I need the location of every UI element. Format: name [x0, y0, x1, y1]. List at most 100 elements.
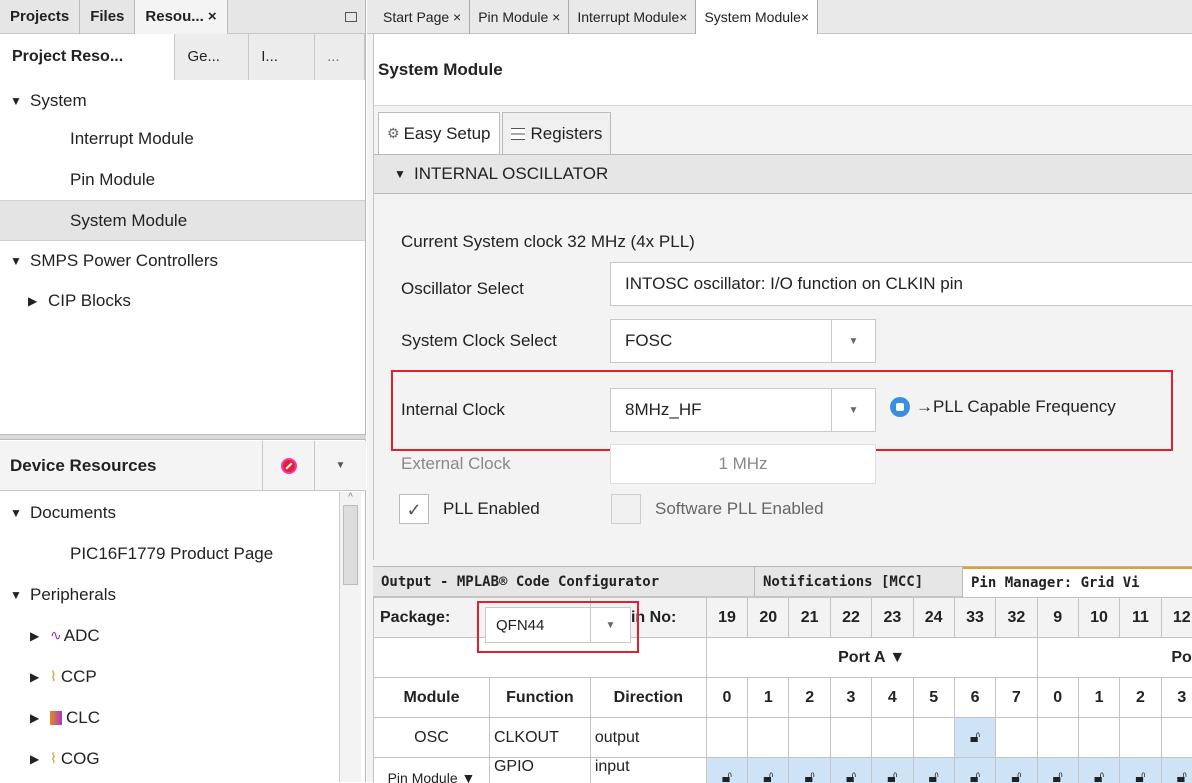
pin-cell[interactable] — [996, 718, 1037, 758]
tab-files[interactable]: Files — [80, 0, 135, 34]
pin-cell[interactable] — [1037, 718, 1078, 758]
pin-number: 22 — [830, 598, 871, 638]
pin-number: 11 — [1120, 598, 1161, 638]
pin-number: 9 — [1037, 598, 1078, 638]
tab-easy-setup[interactable]: ⚙Easy Setup — [378, 112, 500, 154]
tab-pin-module[interactable]: Pin Module × — [470, 0, 569, 34]
tab-interrupt-module[interactable]: Interrupt Module× — [569, 0, 696, 34]
pin-cell[interactable] — [706, 718, 747, 758]
port-b-header[interactable]: Por — [1037, 638, 1192, 678]
tree-item-clc[interactable]: ▶CLC — [0, 697, 338, 738]
collapse-icon[interactable]: ▶ — [30, 629, 50, 643]
tab-notifications[interactable]: Notifications [MCC] — [755, 567, 963, 597]
scroll-up-icon[interactable]: ^ — [340, 492, 361, 503]
pin-cell[interactable]: 🔓︎ — [830, 758, 871, 783]
tree-item-system-module[interactable]: System Module — [0, 200, 365, 241]
chevron-down-icon[interactable]: ▼ — [831, 389, 875, 431]
checkbox-checked-icon[interactable]: ✓ — [399, 494, 429, 524]
module-cell[interactable]: Pin Module ▼ — [374, 758, 490, 783]
system-clock-select[interactable]: FOSC▼ — [610, 319, 876, 363]
pin-cell[interactable]: 🔓︎ — [954, 758, 995, 783]
pin-cell[interactable] — [1120, 718, 1161, 758]
lock-open-icon: 🔓︎ — [1175, 769, 1189, 783]
pin-cell[interactable]: 🔓︎ — [872, 758, 913, 783]
minimize-icon[interactable] — [345, 12, 357, 22]
splitter[interactable] — [0, 434, 366, 440]
pin-cell[interactable]: 🔓︎ — [1120, 758, 1161, 783]
expand-icon[interactable]: ▼ — [394, 167, 414, 181]
tab-system-module[interactable]: System Module× — [696, 0, 818, 34]
pin-number: 20 — [748, 598, 789, 638]
expand-icon[interactable]: ▼ — [10, 254, 30, 268]
tab-project-resources[interactable]: Project Reso... — [0, 34, 175, 80]
chevron-down-icon[interactable]: ▼ — [314, 441, 366, 491]
oscillator-select-label: Oscillator Select — [401, 279, 524, 299]
section-internal-oscillator[interactable]: ▼INTERNAL OSCILLATOR — [374, 154, 1192, 194]
chevron-down-icon[interactable]: ▼ — [590, 608, 630, 642]
tree-item-peripherals[interactable]: ▼Peripherals — [0, 574, 338, 615]
collapse-icon[interactable]: ▶ — [30, 670, 50, 684]
tree-item-documents[interactable]: ▼Documents — [0, 492, 338, 533]
bit-header: 1 — [1078, 678, 1119, 718]
checkbox-unchecked-icon[interactable] — [611, 494, 641, 524]
scrollbar-thumb[interactable] — [343, 505, 358, 585]
pin-cell[interactable] — [872, 718, 913, 758]
internal-clock-select[interactable]: 8MHz_HF▼ — [610, 388, 876, 432]
pin-cell[interactable] — [789, 718, 830, 758]
expand-icon[interactable]: ▼ — [10, 506, 30, 520]
tree-item-cog[interactable]: ▶⌇COG — [0, 738, 338, 779]
pin-cell[interactable] — [748, 718, 789, 758]
pin-cell[interactable]: 🔓︎ — [706, 758, 747, 783]
module-cell: OSC — [374, 718, 490, 758]
cog-icon: ⌇ — [50, 750, 57, 767]
pin-cell[interactable]: 🔓︎ — [954, 718, 995, 758]
tab-import[interactable]: I... — [249, 34, 315, 80]
pin-cell[interactable]: 🔓︎ — [1078, 758, 1119, 783]
col-module: Module — [374, 678, 490, 718]
tree-item-system[interactable]: ▼System — [0, 84, 365, 118]
bit-header: 3 — [1161, 678, 1192, 718]
lock-open-icon: 🔓︎ — [844, 769, 858, 783]
pin-cell[interactable]: 🔓︎ — [1037, 758, 1078, 783]
tree-item-adc[interactable]: ▶∿ADC — [0, 615, 338, 656]
tab-resources[interactable]: Resou... × — [135, 0, 227, 34]
collapse-icon[interactable]: ▶ — [30, 711, 50, 725]
tab-registers[interactable]: Registers — [502, 112, 612, 154]
package-select[interactable]: QFN44▼ — [485, 607, 631, 643]
port-a-header[interactable]: Port A ▼ — [706, 638, 1037, 678]
collapse-icon[interactable]: ▶ — [28, 294, 48, 308]
pin-cell[interactable] — [1078, 718, 1119, 758]
pin-cell[interactable]: 🔓︎ — [748, 758, 789, 783]
external-clock-field[interactable]: 1 MHz — [610, 444, 876, 484]
pin-cell[interactable] — [830, 718, 871, 758]
pin-cell[interactable] — [1161, 718, 1192, 758]
pin-cell[interactable]: 🔓︎ — [1161, 758, 1192, 783]
pll-enabled-checkbox[interactable]: ✓ PLL Enabled — [399, 494, 540, 524]
pin-cell[interactable]: 🔓︎ — [789, 758, 830, 783]
block-button[interactable] — [262, 441, 314, 491]
pin-cell[interactable]: 🔓︎ — [996, 758, 1037, 783]
tree-item-smps[interactable]: ▼SMPS Power Controllers — [0, 241, 365, 281]
tab-start-page[interactable]: Start Page × — [367, 0, 470, 34]
software-pll-checkbox[interactable]: Software PLL Enabled — [611, 494, 824, 524]
left-panel: Projects Files Resou... × Project Reso..… — [0, 0, 366, 782]
oscillator-select[interactable]: INTOSC oscillator: I/O function on CLKIN… — [610, 262, 1192, 306]
tab-pin-manager[interactable]: Pin Manager: Grid Vi — [963, 567, 1192, 597]
tab-generate[interactable]: Ge... — [175, 34, 249, 80]
scrollbar[interactable]: ^ — [339, 492, 361, 782]
tree-item-pin-module[interactable]: Pin Module — [0, 159, 365, 200]
tree-item-interrupt-module[interactable]: Interrupt Module — [0, 118, 365, 159]
collapse-icon[interactable]: ▶ — [30, 752, 50, 766]
tree-item-product-page[interactable]: PIC16F1779 Product Page — [0, 533, 338, 574]
tab-projects[interactable]: Projects — [0, 0, 80, 34]
tab-more[interactable]: ... — [315, 34, 365, 80]
chevron-down-icon[interactable]: ▼ — [831, 320, 875, 362]
pin-cell[interactable] — [913, 718, 954, 758]
expand-icon[interactable]: ▼ — [10, 588, 30, 602]
pin-cell[interactable]: 🔓︎ — [913, 758, 954, 783]
document-tabbar: Start Page × Pin Module × Interrupt Modu… — [367, 0, 1192, 34]
expand-icon[interactable]: ▼ — [10, 94, 30, 108]
tree-item-ccp[interactable]: ▶⌇CCP — [0, 656, 338, 697]
tab-output-mcc[interactable]: Output - MPLAB® Code Configurator — [373, 567, 755, 597]
tree-item-cip-blocks[interactable]: ▶CIP Blocks — [0, 281, 365, 321]
